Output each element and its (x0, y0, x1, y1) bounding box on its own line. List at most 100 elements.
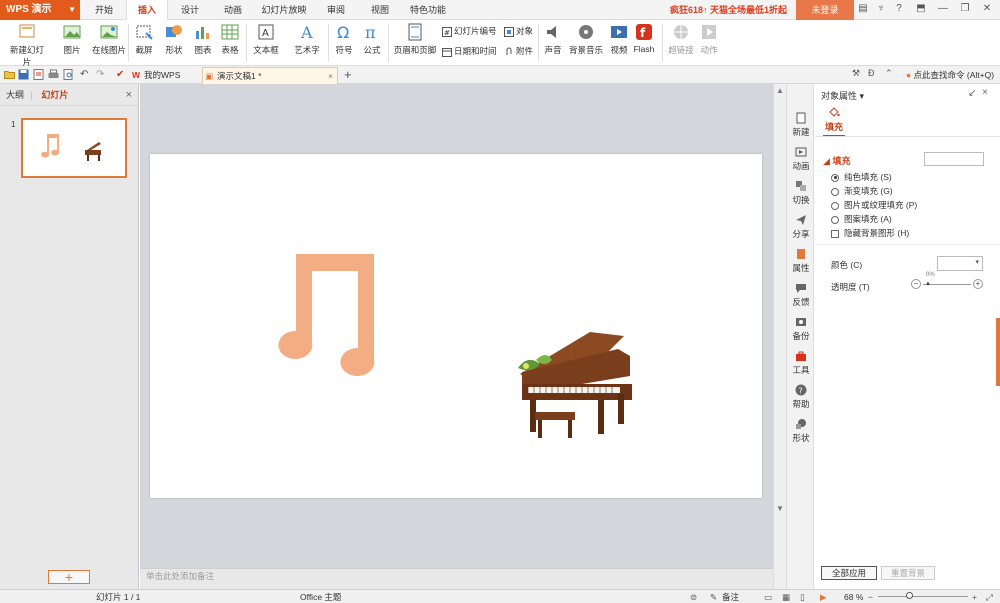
sidebar-item-tools[interactable]: 工具 (787, 350, 815, 376)
doc-tab-presentation[interactable]: ▣ 演示文稿1 * × (202, 67, 338, 84)
doc-tab-my-wps[interactable]: W 我的WPS (130, 67, 200, 84)
reading-view-icon[interactable]: ▯ (800, 591, 805, 603)
bg-music-button[interactable]: 背景音乐 (568, 23, 604, 56)
textbox-button[interactable]: A 文本框 (250, 23, 282, 56)
play-slideshow-icon[interactable]: ▶ (820, 591, 827, 603)
date-time-button[interactable]: 日期和时间 (442, 45, 497, 57)
shirt-icon[interactable]: ♆ (874, 2, 888, 16)
promo-banner[interactable]: 疯狂618↑ 天猫全场最低1折起 (670, 0, 787, 20)
new-tab-icon[interactable]: + (344, 66, 352, 83)
notes-toggle[interactable]: 备注 (722, 591, 739, 603)
option-picture-fill[interactable]: 图片或纹理填充 (P) (831, 199, 917, 211)
music-note-shape[interactable] (278, 254, 375, 376)
fill-section-header[interactable]: ◢ 填充 (823, 154, 850, 167)
radio-pattern[interactable] (831, 215, 839, 224)
tab-design[interactable]: 设计 (176, 0, 204, 20)
fill-preset-box[interactable] (924, 152, 984, 166)
doc-icon[interactable]: Ð (868, 68, 875, 78)
panel-drag-handle[interactable] (996, 318, 1000, 386)
option-hide-bg[interactable]: 隐藏背景图形 (H) (831, 227, 909, 239)
tab-insert[interactable]: 插入 (126, 0, 168, 21)
screenshot-button[interactable]: 截屏 (132, 23, 156, 56)
sidebar-item-properties[interactable]: 属性 (787, 248, 815, 274)
radio-picture[interactable] (831, 201, 839, 210)
sidebar-item-feedback[interactable]: 反馈 (787, 282, 815, 308)
minus-icon[interactable]: − (911, 279, 921, 289)
restore-ribbon-icon[interactable]: ⬒ (914, 2, 928, 16)
radio-gradient[interactable] (831, 187, 839, 196)
formula-button[interactable]: π 公式 (360, 23, 384, 56)
normal-view-icon[interactable]: ▭ (764, 591, 772, 603)
option-gradient-fill[interactable]: 渐变填充 (G) (831, 185, 893, 197)
export-pdf-icon[interactable] (33, 69, 44, 80)
apply-all-button[interactable]: 全部应用 (821, 566, 877, 580)
slide-number-button[interactable]: # 幻灯片编号 (442, 25, 497, 37)
save-icon[interactable] (18, 69, 29, 80)
scroll-down-icon[interactable]: ▼ (776, 504, 784, 513)
sidebar-item-animation[interactable]: 动画 (787, 146, 815, 172)
zoom-thumb[interactable] (906, 592, 913, 599)
sidebar-item-backup[interactable]: 备份 (787, 316, 815, 342)
tab-slideshow[interactable]: 幻灯片放映 (258, 0, 310, 20)
sidebar-item-new[interactable]: 新建 (787, 112, 815, 138)
fit-icon[interactable]: ⊜ (690, 591, 697, 603)
open-folder-icon[interactable] (4, 69, 15, 80)
close-tab-icon[interactable]: × (328, 68, 333, 85)
fit-window-icon[interactable]: ⤢ (986, 591, 993, 603)
tab-view[interactable]: 视图 (366, 0, 394, 20)
sidebar-item-share[interactable]: 分享 (787, 214, 815, 240)
sidebar-item-help[interactable]: ? 帮助 (787, 384, 815, 410)
slide-thumbnail[interactable] (21, 118, 127, 178)
option-pattern-fill[interactable]: 图案填充 (A) (831, 213, 892, 225)
attachment-button[interactable]: 附件 (504, 45, 533, 57)
format-painter-icon[interactable]: ✔ (116, 69, 127, 80)
online-picture-button[interactable]: 在线图片 (92, 23, 126, 56)
tab-home[interactable]: 开始 (90, 0, 118, 20)
symbol-button[interactable]: Ω 符号 (332, 23, 356, 56)
option-solid-fill[interactable]: 纯色填充 (S) (831, 171, 892, 183)
help-button[interactable]: ? (892, 2, 906, 16)
print-icon[interactable] (48, 69, 59, 80)
action-button[interactable]: 动作 (698, 23, 720, 56)
table-button[interactable]: 表格 (218, 23, 242, 56)
maximize-icon[interactable]: ❐ (958, 2, 972, 16)
pin-icon[interactable]: ↙ (968, 88, 976, 99)
radio-solid[interactable] (831, 173, 839, 182)
scroll-up-icon[interactable]: ▲ (776, 86, 784, 95)
zoom-level[interactable]: 68 % (844, 591, 863, 603)
zoom-slider[interactable] (878, 596, 968, 597)
sidebar-item-transition[interactable]: 切换 (787, 180, 815, 206)
close-icon[interactable]: ✕ (980, 2, 994, 16)
hyperlink-button[interactable]: 超链接 (666, 23, 696, 56)
slider-thumb[interactable]: ▲ (925, 281, 931, 287)
notes-area[interactable]: 单击此处添加备注 (140, 568, 773, 589)
print-preview-icon[interactable] (63, 69, 74, 80)
header-footer-button[interactable]: 页眉和页脚 (392, 23, 438, 56)
chart-button[interactable]: 图表 (192, 23, 214, 56)
color-picker[interactable]: ▾ (937, 256, 983, 271)
new-slide-button[interactable]: 新建幻灯片 (6, 23, 48, 68)
close-panel-icon[interactable]: × (982, 87, 988, 98)
find-command-box[interactable]: ● 点此查找命令 (Alt+Q) (906, 66, 994, 84)
reset-bg-button[interactable]: 重置背景 (881, 566, 935, 580)
tab-fill[interactable]: 填充 (823, 106, 845, 137)
undo-icon[interactable]: ↶ (80, 69, 91, 80)
tab-review[interactable]: 审阅 (322, 0, 350, 20)
flash-button[interactable]: f Flash (632, 23, 656, 54)
add-slide-button[interactable]: + (48, 570, 90, 584)
notes-icon[interactable]: ✎ (710, 591, 717, 603)
skin-icon[interactable]: ▤ (856, 2, 870, 16)
tab-animation[interactable]: 动画 (218, 0, 248, 20)
properties-title[interactable]: 对象属性 ▾ (821, 89, 864, 102)
checkbox-hide-bg[interactable] (831, 229, 839, 238)
vertical-scrollbar[interactable]: ▲ ▼ (773, 84, 786, 589)
close-panel-icon[interactable]: × (126, 84, 132, 106)
sidebar-item-shapes[interactable]: 形状 (787, 418, 815, 444)
app-menu-button[interactable]: WPS 演示 ▼ (0, 0, 80, 20)
sorter-view-icon[interactable]: ▦ (782, 591, 790, 603)
sound-button[interactable]: 声音 (542, 23, 564, 56)
tab-slides[interactable]: 幻灯片 (41, 90, 68, 100)
zoom-in-icon[interactable]: + (972, 591, 977, 603)
object-button[interactable]: 对象 (504, 25, 533, 37)
transparency-slider[interactable]: − 0% ▲ + (911, 272, 983, 290)
